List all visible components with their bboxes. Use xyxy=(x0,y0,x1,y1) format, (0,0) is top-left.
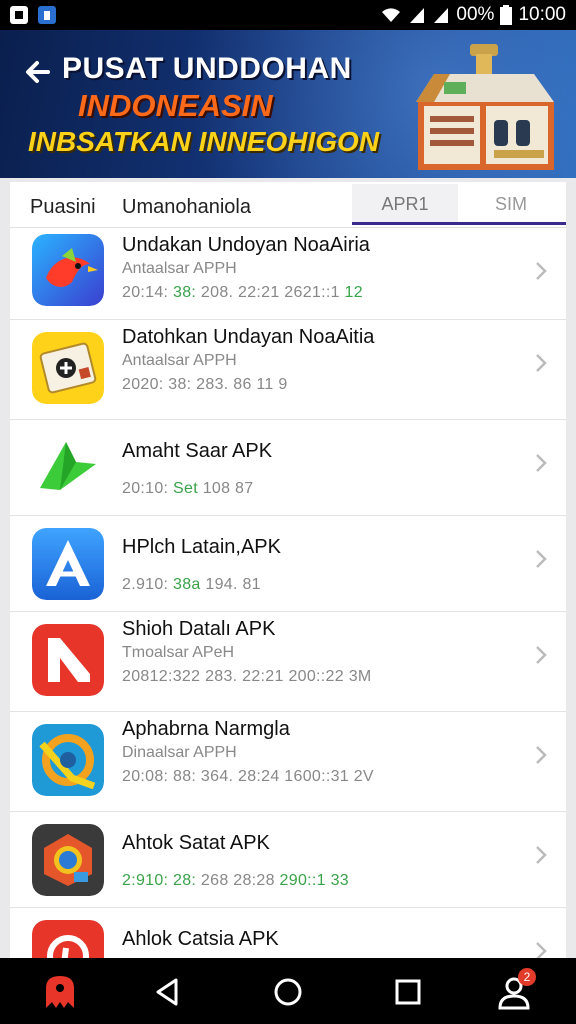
app-subtitle: Antaalsar APPH xyxy=(122,352,237,369)
app-meta: 2020: 38: 283. 86 11 9 xyxy=(122,376,288,394)
app-meta-segment: 87 xyxy=(235,480,254,497)
battery-icon xyxy=(500,5,513,25)
list-item[interactable]: Datohkan Undayan NoaAitia Antaalsar APPH… xyxy=(10,320,566,420)
chevron-right-icon xyxy=(536,550,547,568)
navigation-bar: 2 xyxy=(0,958,576,1024)
app-title: Ahlok Catsia APK xyxy=(122,928,279,950)
app-subtitle: Tmoalsar APeH xyxy=(122,644,235,661)
tab-sim[interactable]: SIM xyxy=(458,184,564,224)
app-meta: 20:08: 88: 364. 28:24 1600::31 2V xyxy=(122,768,374,786)
list-header: Puasini Umanohaniola APR1 SIM xyxy=(10,182,566,228)
list-item[interactable]: Shioh Datalı APK Tmoalsar APeH 20812:322… xyxy=(10,612,566,712)
app-meta-segment: 208. 22:21 xyxy=(200,284,285,301)
list-item[interactable]: Ahtok Satat APK 2:910: 28: 268 28:28 290… xyxy=(10,812,566,908)
list-item[interactable]: Ahlok Catsia APK xyxy=(10,908,566,958)
app-meta: 20812:322 283. 22:21 200::22 3M xyxy=(122,668,372,686)
list-item[interactable]: HPlch Latain,APK 2.910: 38a 194. 81 xyxy=(10,516,566,612)
chevron-right-icon xyxy=(536,846,547,864)
app-meta-segment: 20:14: xyxy=(122,284,174,301)
home-circle-icon[interactable] xyxy=(268,972,308,1012)
chevron-right-icon xyxy=(536,262,547,280)
clock: 10:00 xyxy=(518,4,566,25)
app-list-card: Puasini Umanohaniola APR1 SIM Undakan Un… xyxy=(10,182,566,958)
chevron-right-icon xyxy=(536,454,547,472)
column-header-1: Puasini xyxy=(30,196,96,218)
app-meta-segment: 88: xyxy=(173,768,201,785)
battery-percent: 00% xyxy=(456,4,495,25)
notification-badge: 2 xyxy=(518,968,536,986)
app-notification-icon xyxy=(38,6,56,24)
app-subtitle: Dinaalsar APPH xyxy=(122,744,237,761)
app-title: HPlch Latain,APK xyxy=(122,536,281,558)
header-banner: PUSAT UNDDOHAN INDONEASIN INBSATKAN INNE… xyxy=(0,30,576,178)
banner-subtitle: INDONEASIN xyxy=(78,88,273,123)
app-meta-segment: 2020: 38: 283. 86 11 xyxy=(122,376,279,393)
app-meta-segment: 290::1 33 xyxy=(279,872,349,889)
app-subtitle: Antaalsar APPH xyxy=(122,260,237,277)
app-title: Amaht Saar APK xyxy=(122,440,273,462)
app-meta-segment: 38a xyxy=(173,576,206,593)
app-title: Aphabrna Narmgla xyxy=(122,718,290,740)
app-title: Datohkan Undayan NoaAitia xyxy=(122,326,375,348)
blue-a-app-icon xyxy=(32,528,104,600)
app-meta-segment: 108 xyxy=(202,480,236,497)
app-meta: 20:14: 38: 208. 22:21 2621::1 12 xyxy=(122,284,363,302)
tab-underline xyxy=(352,222,566,225)
profile-button[interactable]: 2 xyxy=(494,968,536,1012)
app-meta-segment: 20812:322 283. 22:21 200::22 xyxy=(122,668,349,685)
pinterest-like-app-icon xyxy=(32,920,104,958)
bird-app-icon xyxy=(32,234,104,306)
app-meta: 20:10: Set 108 87 xyxy=(122,480,253,498)
tab-apk[interactable]: APR1 xyxy=(352,184,458,224)
building-illustration-icon xyxy=(416,44,554,170)
chevron-right-icon xyxy=(536,354,547,372)
app-meta-segment: 2:910: 28: xyxy=(122,872,201,889)
app-meta: 2.910: 38a 194. 81 xyxy=(122,576,261,594)
app-meta-segment: 364. 28:24 1600::31 2V xyxy=(200,768,374,785)
app-meta: 2:910: 28: 268 28:28 290::1 33 xyxy=(122,872,349,890)
banner-title: PUSAT UNDDOHAN xyxy=(62,52,352,85)
home-app-icon[interactable] xyxy=(40,972,80,1012)
ticket-app-icon xyxy=(32,332,104,404)
arrow-app-icon xyxy=(32,432,104,504)
back-arrow-icon[interactable] xyxy=(22,56,54,88)
app-meta-segment: 268 28:28 xyxy=(200,872,280,889)
column-header-2: Umanohaniola xyxy=(122,196,251,218)
app-meta-segment: 20:10: xyxy=(122,480,174,497)
swirl-app-icon xyxy=(32,724,104,796)
chevron-right-icon xyxy=(536,746,547,764)
app-title: Ahtok Satat APK xyxy=(122,832,270,854)
chrome-like-app-icon xyxy=(32,824,104,896)
app-title: Undakan Undoyan NoaAiria xyxy=(122,234,370,256)
wifi-icon xyxy=(382,8,401,22)
chevron-right-icon xyxy=(536,942,547,958)
app-meta-segment: 2621::1 xyxy=(284,284,345,301)
app-meta-segment: 9 xyxy=(278,376,288,393)
app-title: Shioh Datalı APK xyxy=(122,618,276,640)
app-meta-segment: 12 xyxy=(344,284,363,301)
gallery-notification-icon xyxy=(10,6,28,24)
status-bar: 00% 10:00 xyxy=(0,0,576,30)
list-item[interactable]: Undakan Undoyan NoaAiria Antaalsar APPH … xyxy=(10,228,566,320)
chevron-right-icon xyxy=(536,646,547,664)
app-meta-segment: Set xyxy=(173,480,203,497)
red-n-app-icon xyxy=(32,624,104,696)
banner-tagline: INBSATKAN INNEOHIGON xyxy=(28,126,380,157)
app-meta-segment: 2.910: xyxy=(122,576,174,593)
app-meta-segment: 38: xyxy=(173,284,201,301)
list-item[interactable]: Aphabrna Narmgla Dinaalsar APPH 20:08: 8… xyxy=(10,712,566,812)
signal-icon-2 xyxy=(434,8,449,23)
app-meta-segment: 3M xyxy=(348,668,372,685)
app-meta-segment: 194. 81 xyxy=(205,576,261,593)
list-item[interactable]: Amaht Saar APK 20:10: Set 108 87 xyxy=(10,420,566,516)
app-meta-segment: 20:08: xyxy=(122,768,174,785)
back-icon[interactable] xyxy=(148,972,188,1012)
recents-icon[interactable] xyxy=(388,972,428,1012)
signal-icon xyxy=(410,8,425,23)
